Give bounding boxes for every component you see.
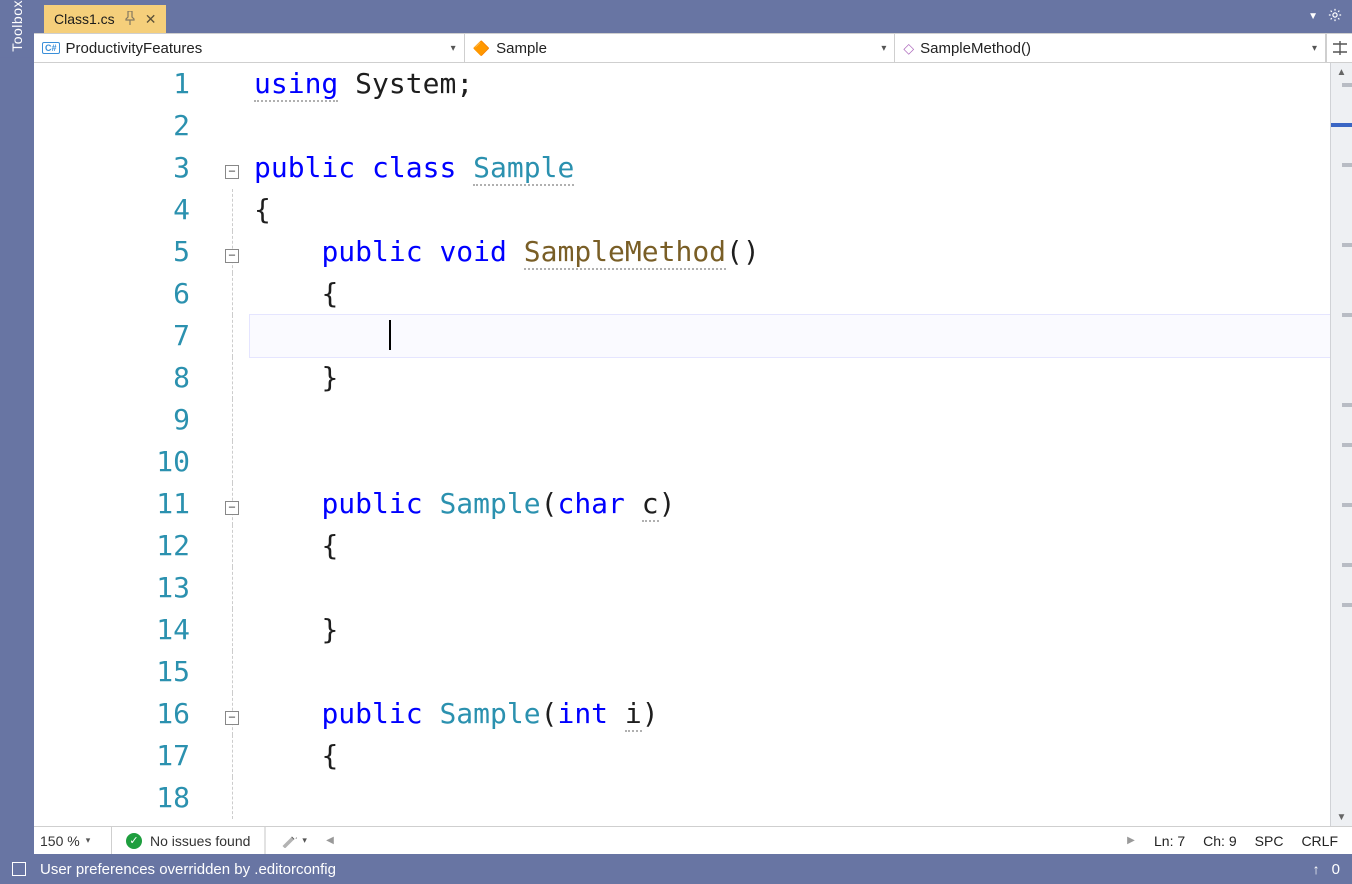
chevron-down-icon: ▾ xyxy=(451,43,456,54)
document-tab-strip: Class1.cs ✕ xyxy=(34,0,1298,33)
code-line: 15 xyxy=(34,651,1330,693)
editorconfig-icon[interactable] xyxy=(12,862,26,876)
status-char-number: 9 xyxy=(1229,833,1237,849)
caret-status: Ln: 7 Ch: 9 SPC CRLF xyxy=(1140,833,1352,849)
issues-indicator[interactable]: ✓ No issues found xyxy=(112,827,265,854)
line-number: 2 xyxy=(34,105,214,147)
code-line: 5 − public void SampleMethod() xyxy=(34,231,1330,273)
line-number: 16 xyxy=(34,693,214,735)
document-tab-class1[interactable]: Class1.cs ✕ xyxy=(44,5,166,33)
line-number: 12 xyxy=(34,525,214,567)
toolbox-panel[interactable]: Toolbox xyxy=(0,0,34,854)
line-number: 6 xyxy=(34,273,214,315)
nav-class-label: Sample xyxy=(496,40,547,57)
code-line: 9 xyxy=(34,399,1330,441)
code-editor[interactable]: 1 using System; 2 3 − public class Sampl… xyxy=(34,63,1352,826)
publish-count: 0 xyxy=(1332,861,1340,878)
code-line: 18 xyxy=(34,777,1330,819)
publish-icon[interactable]: ↑ xyxy=(1313,861,1320,877)
nav-class-dropdown[interactable]: 🔶 Sample ▾ xyxy=(465,34,896,62)
toolbox-tab-label[interactable]: Toolbox xyxy=(0,0,34,58)
class-icon: 🔶 xyxy=(473,40,490,57)
nav-namespace-dropdown[interactable]: C# ProductivityFeatures ▾ xyxy=(34,34,465,62)
line-number: 17 xyxy=(34,735,214,777)
line-number: 5 xyxy=(34,231,214,273)
status-indent[interactable]: SPC xyxy=(1255,833,1284,849)
code-line: 4 { xyxy=(34,189,1330,231)
status-message: User preferences overridden by .editorco… xyxy=(40,861,336,878)
nav-member-label: SampleMethod() xyxy=(920,40,1031,57)
fold-toggle[interactable]: − xyxy=(225,249,239,263)
line-number: 14 xyxy=(34,609,214,651)
tab-row: Class1.cs ✕ ▼ xyxy=(0,0,1352,33)
code-line: 13 xyxy=(34,567,1330,609)
editor-footer: 150 % ▾ ✓ No issues found ▾ ◀ ▶ Ln: 7 Ch… xyxy=(34,826,1352,854)
line-number: 18 xyxy=(34,777,214,819)
line-number: 10 xyxy=(34,441,214,483)
fold-toggle[interactable]: − xyxy=(225,501,239,515)
nav-member-dropdown[interactable]: ◇ SampleMethod() ▾ xyxy=(895,34,1326,62)
line-number: 3 xyxy=(34,147,214,189)
line-number: 8 xyxy=(34,357,214,399)
overview-current-marker xyxy=(1331,123,1352,127)
close-icon[interactable]: ✕ xyxy=(145,11,157,28)
line-number: 15 xyxy=(34,651,214,693)
horizontal-scrollbar[interactable]: ◀ ▶ xyxy=(321,835,1140,846)
issues-text: No issues found xyxy=(150,833,250,849)
line-number: 9 xyxy=(34,399,214,441)
scroll-left-icon[interactable]: ◀ xyxy=(321,835,339,846)
scroll-down-icon[interactable]: ▼ xyxy=(1331,808,1352,826)
line-number: 1 xyxy=(34,63,214,105)
line-number: 7 xyxy=(34,315,214,357)
line-number: 4 xyxy=(34,189,214,231)
csharp-badge-icon: C# xyxy=(42,42,60,54)
code-line: 14 } xyxy=(34,609,1330,651)
zoom-dropdown[interactable]: 150 % ▾ xyxy=(34,827,112,854)
line-number: 13 xyxy=(34,567,214,609)
fold-toggle[interactable]: − xyxy=(225,711,239,725)
code-line: 3 − public class Sample xyxy=(34,147,1330,189)
window-controls: ▼ xyxy=(1298,0,1352,33)
code-line-current: 7 xyxy=(34,315,1330,357)
status-line-ending[interactable]: CRLF xyxy=(1301,833,1338,849)
check-icon: ✓ xyxy=(126,833,142,849)
chevron-down-icon: ▾ xyxy=(86,835,91,846)
scroll-up-icon[interactable]: ▲ xyxy=(1331,63,1352,81)
chevron-down-icon: ▾ xyxy=(881,43,886,54)
document-tab-filename: Class1.cs xyxy=(54,11,115,27)
nav-namespace-label: ProductivityFeatures xyxy=(66,40,203,57)
vertical-scrollbar[interactable]: ▲ ▼ xyxy=(1330,63,1352,826)
code-line: 6 { xyxy=(34,273,1330,315)
code-line: 1 using System; xyxy=(34,63,1330,105)
gear-icon[interactable] xyxy=(1328,8,1342,25)
code-surface[interactable]: 1 using System; 2 3 − public class Sampl… xyxy=(34,63,1330,819)
chevron-down-icon: ▾ xyxy=(1312,43,1317,54)
split-editor-button[interactable] xyxy=(1326,34,1352,62)
method-icon: ◇ xyxy=(903,40,914,57)
status-line-number: 7 xyxy=(1177,833,1185,849)
scroll-right-icon[interactable]: ▶ xyxy=(1122,835,1140,846)
line-number: 11 xyxy=(34,483,214,525)
fold-toggle[interactable]: − xyxy=(225,165,239,179)
code-line: 2 xyxy=(34,105,1330,147)
zoom-value: 150 % xyxy=(40,833,80,849)
code-line: 11 − public Sample(char c) xyxy=(34,483,1330,525)
code-line: 10 xyxy=(34,441,1330,483)
code-line: 16 − public Sample(int i) xyxy=(34,693,1330,735)
code-line: 12 { xyxy=(34,525,1330,567)
navigation-bar: C# ProductivityFeatures ▾ 🔶 Sample ▾ ◇ S… xyxy=(34,33,1352,63)
code-line: 17 { xyxy=(34,735,1330,777)
dropdown-icon[interactable]: ▼ xyxy=(1308,11,1318,22)
pin-icon[interactable] xyxy=(125,11,135,28)
chevron-down-icon: ▾ xyxy=(302,835,307,846)
ide-status-bar: User preferences overridden by .editorco… xyxy=(0,854,1352,884)
cleanup-button[interactable]: ▾ xyxy=(266,827,321,854)
code-line: 8 } xyxy=(34,357,1330,399)
text-caret xyxy=(389,320,391,350)
